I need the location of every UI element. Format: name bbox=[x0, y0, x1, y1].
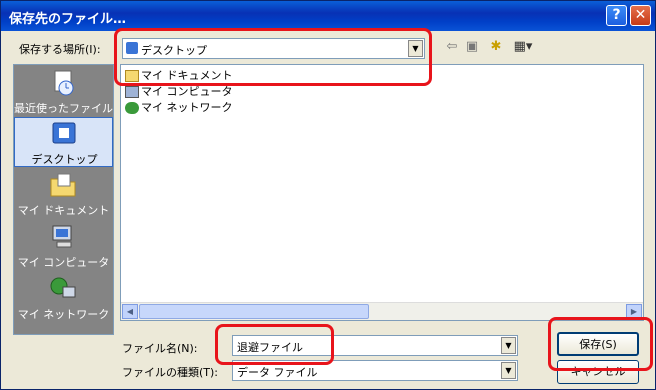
place-label: マイ コンピュータ bbox=[17, 256, 110, 269]
place-recent[interactable]: 最近使ったファイル bbox=[14, 67, 113, 117]
filetype-value: データ ファイル bbox=[237, 366, 318, 379]
place-my-documents[interactable]: マイ ドキュメント bbox=[14, 169, 113, 219]
desktop-icon bbox=[52, 122, 76, 144]
title-bar: 保存先のファイル… ? ✕ bbox=[1, 1, 655, 31]
chevron-down-icon[interactable]: ▼ bbox=[501, 362, 516, 379]
back-icon[interactable]: ⇦ bbox=[443, 39, 461, 55]
file-name: マイ ドキュメント bbox=[141, 69, 233, 82]
filetype-label: ファイルの種類(T): bbox=[122, 366, 219, 379]
place-desktop[interactable]: デスクトップ bbox=[14, 117, 113, 167]
list-item[interactable]: マイ コンピュータ bbox=[125, 83, 233, 99]
file-name: マイ コンピュータ bbox=[141, 85, 233, 98]
close-button[interactable]: ✕ bbox=[630, 5, 651, 26]
list-item[interactable]: マイ ドキュメント bbox=[125, 67, 233, 83]
list-item[interactable]: マイ ネットワーク bbox=[125, 99, 233, 115]
chevron-down-icon[interactable]: ▼ bbox=[408, 40, 423, 57]
place-my-computer[interactable]: マイ コンピュータ bbox=[14, 221, 113, 271]
computer-icon bbox=[125, 86, 139, 98]
scroll-left-icon[interactable]: ◀ bbox=[122, 304, 138, 319]
filename-label: ファイル名(N): bbox=[122, 342, 198, 355]
desktop-small-icon bbox=[126, 42, 138, 54]
location-value: デスクトップ bbox=[141, 44, 207, 57]
filename-value: 退避ファイル bbox=[237, 341, 303, 354]
chevron-down-icon[interactable]: ▼ bbox=[501, 337, 516, 354]
filename-input[interactable]: 退避ファイル ▼ bbox=[232, 335, 518, 356]
place-my-network[interactable]: マイ ネットワーク bbox=[14, 273, 113, 323]
my-network-icon bbox=[50, 277, 76, 298]
save-dialog: 保存先のファイル… ? ✕ 保存する場所(I): デスクトップ ▼ ⇦ ▣ ✱ … bbox=[0, 0, 656, 390]
save-button[interactable]: 保存(S) bbox=[557, 332, 639, 356]
place-label: マイ ドキュメント bbox=[17, 204, 110, 217]
scroll-right-icon[interactable]: ▶ bbox=[626, 304, 642, 319]
help-button[interactable]: ? bbox=[606, 5, 627, 26]
filetype-select[interactable]: データ ファイル ▼ bbox=[232, 360, 518, 381]
window-title: 保存先のファイル… bbox=[9, 12, 127, 27]
scroll-thumb[interactable] bbox=[139, 304, 369, 319]
network-icon bbox=[125, 102, 139, 114]
places-bar: 最近使ったファイル デスクトップ マイ ドキュメント マイ コンピュータ マイ … bbox=[13, 64, 114, 335]
recent-documents-icon bbox=[54, 70, 74, 96]
folder-icon bbox=[125, 70, 139, 82]
place-label: マイ ネットワーク bbox=[17, 308, 110, 321]
file-name: マイ ネットワーク bbox=[141, 101, 233, 114]
file-list[interactable]: マイ ドキュメント マイ コンピュータ マイ ネットワーク ◀ ▶ bbox=[120, 64, 644, 321]
up-folder-icon[interactable]: ▣ bbox=[463, 39, 481, 55]
my-documents-icon bbox=[50, 173, 76, 197]
my-computer-icon bbox=[52, 225, 72, 248]
location-combo[interactable]: デスクトップ ▼ bbox=[122, 38, 425, 59]
horizontal-scrollbar[interactable]: ◀ ▶ bbox=[121, 302, 643, 320]
cancel-button[interactable]: キャンセル bbox=[557, 360, 639, 384]
new-folder-icon[interactable]: ✱ bbox=[487, 39, 505, 55]
place-label: 最近使ったファイル bbox=[14, 102, 113, 115]
location-label: 保存する場所(I): bbox=[19, 43, 101, 56]
view-menu-icon[interactable]: ▦▾ bbox=[512, 39, 534, 55]
place-label: デスクトップ bbox=[31, 153, 98, 166]
